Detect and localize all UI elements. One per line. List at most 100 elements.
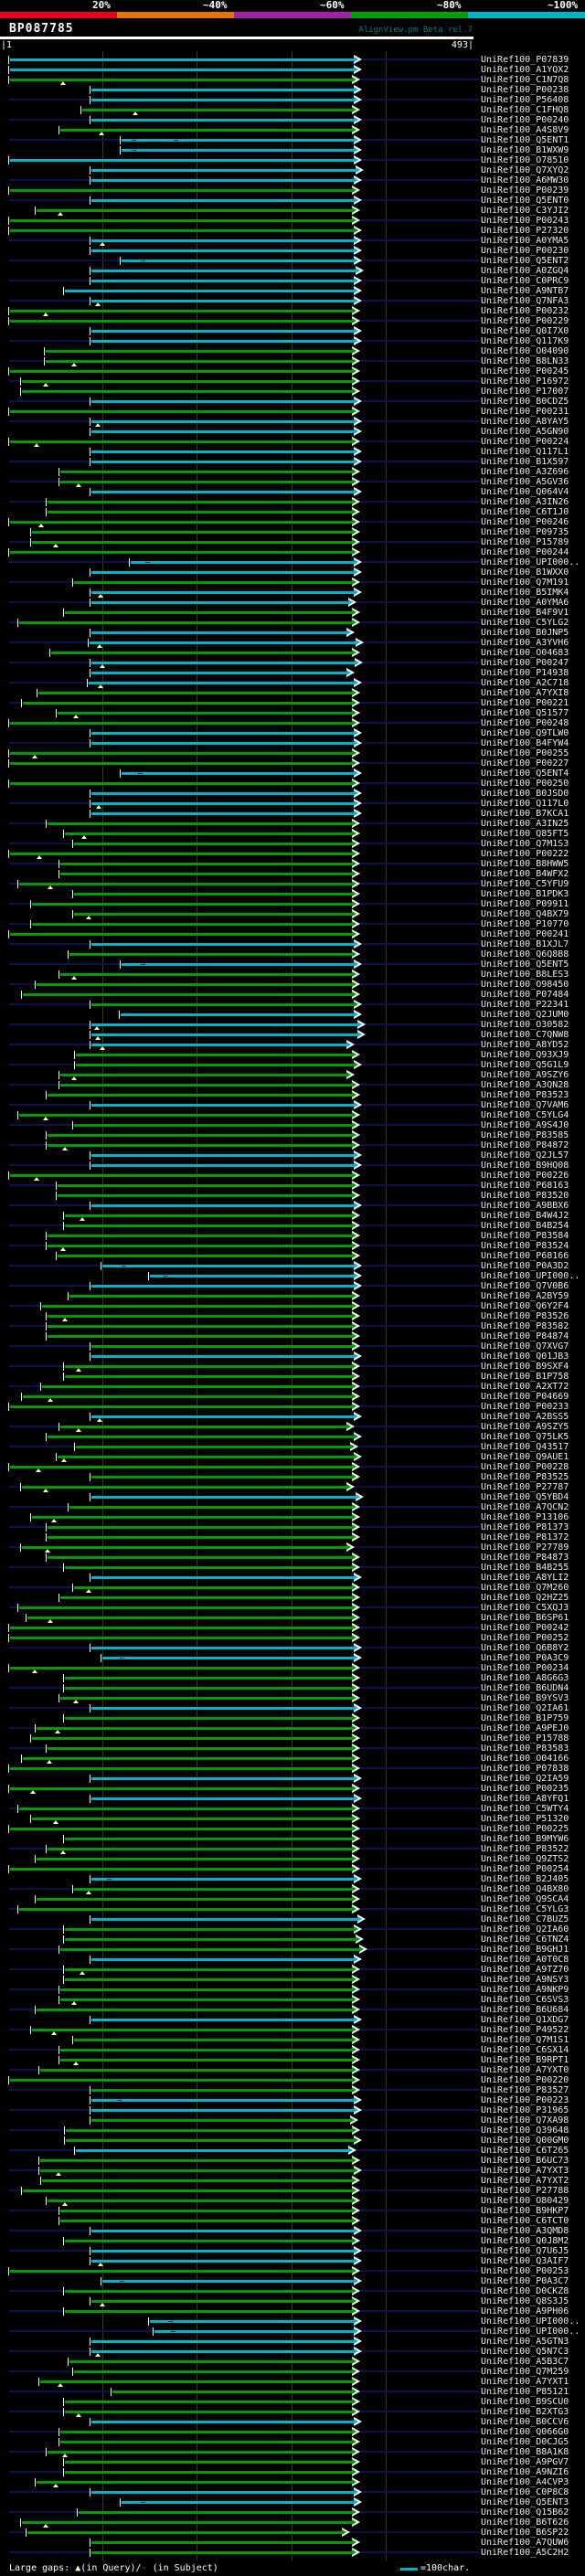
alignment-row: UniRef100_A3Z696 [0,467,585,477]
hit-label: UniRef100_UPI000.. [481,2316,580,2327]
hit-label: UniRef100_A8G6G3 [481,1673,569,1683]
hit-bar [19,1807,352,1810]
hit-label: UniRef100_P00250 [481,779,569,789]
alignment-row: UniRef100_P10770 [0,919,585,929]
hit-label: UniRef100_C7BUZ5 [481,1914,569,1924]
hit-arrow-fill [352,1404,356,1409]
query-ruler [0,37,473,39]
hit-arrow-fill [352,1303,356,1309]
hit-start-tick [63,1966,64,1974]
hit-label: UniRef100_A8YFQ1 [481,1794,569,1804]
hit-label: UniRef100_A3Z696 [481,467,569,477]
hit-arrow-fill [352,1765,356,1771]
alignment-row: UniRef100_P00242 [0,1623,585,1633]
hit-label: UniRef100_P83582 [481,1321,569,1331]
hit-label: UniRef100_C6T265 [481,2146,569,2156]
hit-arrow-fill [354,1062,358,1067]
hit-label: UniRef100_D0CJG5 [481,2437,569,2447]
hit-arrow-fill [352,981,356,987]
hit-bar [32,531,352,534]
hit-arrow-fill [352,1836,356,1841]
hit-bar [60,1998,352,2001]
hit-start-tick [46,1433,47,1441]
alignment-row: UniRef100_C6TNZ4 [0,1935,585,1945]
hit-arrow-fill [354,2248,358,2253]
hit-bar [32,1737,352,1740]
hit-arrow-fill [352,2369,356,2374]
hit-arrow-fill [352,1223,356,1228]
hit-start-tick [63,1976,64,1984]
hit-arrow-fill [352,529,356,535]
hit-arrow-fill [352,1615,356,1620]
hit-arrow-fill [352,1806,356,1811]
hit-bar [65,611,352,614]
hit-start-tick [30,538,31,546]
alignment-row: UniRef100_P13106 [0,1512,585,1522]
hit-arrow-fill [352,1745,356,1751]
hit-start-tick [20,1543,21,1552]
alignment-row: UniRef100_P00234 [0,1663,585,1673]
hit-bar [122,772,354,775]
hit-arrow-fill [352,921,356,927]
hit-arrow-fill [354,1956,358,1962]
hit-label: UniRef100_A3IN26 [481,497,569,507]
alignment-row: UniRef100_B6U684 [0,2005,585,2015]
hit-bar [91,1044,346,1046]
hit-label: UniRef100_Q2JUM0 [481,1010,569,1020]
hit-start-tick [63,2307,64,2316]
hit-label: UniRef100_C3YJI2 [481,206,569,216]
hit-start-tick [35,981,36,989]
hit-start-tick [111,2388,112,2396]
hit-arrow-fill [354,2318,358,2324]
alignment-row: UniRef100_C6SX14 [0,2045,585,2055]
alignment-row: UniRef100_O98450 [0,980,585,990]
hit-bar [65,2401,352,2403]
hit-label: UniRef100_B5IMK4 [481,588,569,598]
hit-bar [65,1928,354,1931]
hit-arrow-fill [354,1102,358,1108]
hit-label: UniRef100_C6SX14 [481,2045,569,2055]
alignment-row: UniRef100_A9NTB7 [0,286,585,296]
alignment-row: UniRef100_B0JSD0 [0,789,585,799]
hit-bar [40,2169,354,2172]
hit-label: UniRef100_P83526 [481,1311,569,1321]
hit-arrow-fill [346,630,351,635]
hit-arrow-fill [352,509,356,514]
subject-gap-icon [132,150,136,151]
scale-segment [351,12,468,18]
hit-arrow-fill [352,1977,356,1982]
hit-arrow-fill [352,2188,356,2193]
hit-start-tick [74,1443,75,1451]
hit-arrow-fill [346,1484,351,1489]
hit-label: UniRef100_B4B255 [481,1563,569,1573]
hit-label: UniRef100_Q6Y2F4 [481,1301,569,1311]
hit-bar [42,1385,352,1388]
hit-bar [48,2451,352,2454]
hit-label: UniRef100_A9SZY6 [481,1070,569,1080]
alignment-row: UniRef100_P00228 [0,1462,585,1472]
alignment-row: UniRef100_P00240 [0,115,585,125]
hit-label: UniRef100_A4CVP3 [481,2477,569,2487]
hit-bar [60,2210,352,2212]
hit-bar [91,2541,352,2544]
hit-bar [91,330,354,333]
hit-bar [10,1667,352,1670]
subject-gap-icon [141,260,145,261]
hit-arrow-fill [352,720,356,726]
hit-arrow-fill [354,2228,358,2233]
hit-label: UniRef100_A3YVH6 [481,638,569,648]
hit-start-tick [8,548,9,557]
alignment-row: UniRef100_A9PEJ0 [0,1723,585,1733]
alignment-row: UniRef100_O04166 [0,1754,585,1764]
hit-label: UniRef100_Q5ENT0 [481,196,569,206]
alignment-row: UniRef100_P00225 [0,1824,585,1834]
alignment-row: UniRef100_C0P8C8 [0,2487,585,2497]
hit-arrow-fill [352,2007,356,2012]
hit-label: UniRef100_P83583 [481,1744,569,1754]
hit-label: UniRef100_A3IN25 [481,819,569,829]
hit-bar [91,1777,354,1780]
hit-label: UniRef100_P17007 [481,387,569,397]
alignment-row: UniRef100_Q8S3J5 [0,2296,585,2306]
hit-start-tick [72,890,73,898]
hit-start-tick [21,991,22,999]
